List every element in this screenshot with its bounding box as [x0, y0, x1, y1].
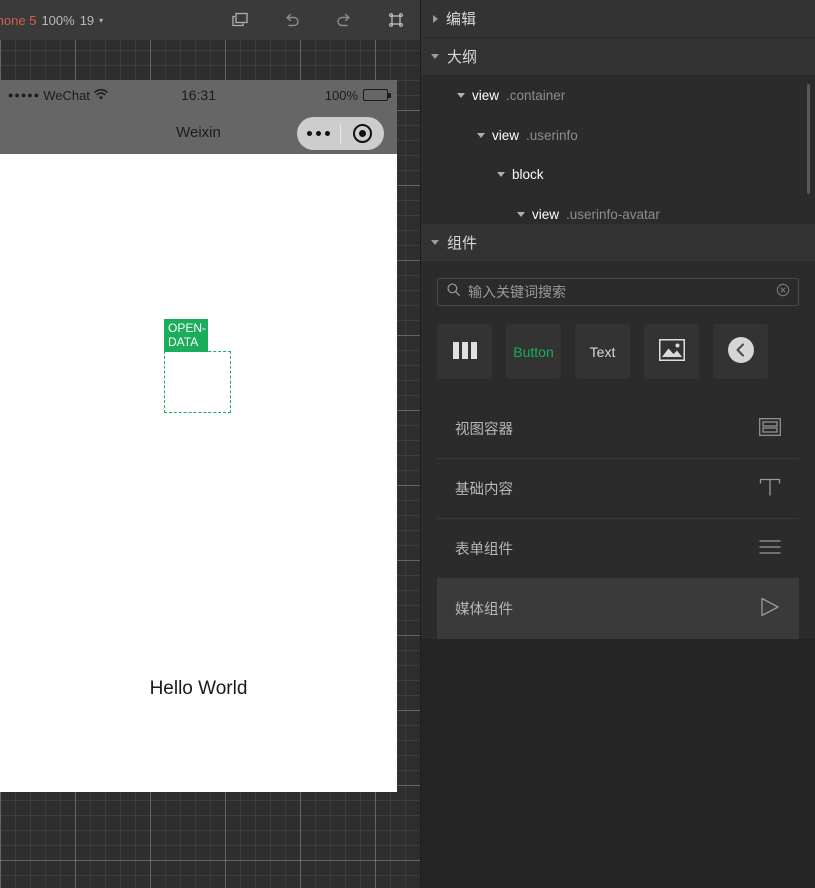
category-label: 视图容器	[455, 422, 513, 438]
tree-node-class: .container	[506, 88, 566, 104]
search-icon	[446, 282, 461, 302]
chevron-down-icon[interactable]	[431, 54, 439, 59]
tree-node-userinfo[interactable]: view .userinfo	[421, 116, 815, 156]
component-tile-label: Text	[589, 343, 616, 360]
category-row-view-container[interactable]: 视图容器	[437, 399, 799, 459]
device-selector[interactable]: Phone 5 100% 19 ▾	[0, 13, 103, 28]
component-tile-button[interactable]: Button	[506, 324, 561, 379]
section-title-edit: 编辑	[446, 11, 477, 28]
back-circle-icon	[726, 335, 756, 368]
search-input[interactable]	[468, 284, 769, 300]
category-row-basic-content[interactable]: 基础内容	[437, 459, 799, 519]
category-label: 表单组件	[455, 542, 513, 558]
wechat-capsule[interactable]	[297, 117, 384, 150]
phone-simulator: ●●●●● WeChat 16:31 100% Weixin OPEN-DATA…	[0, 80, 397, 792]
component-tile-navigator[interactable]	[713, 324, 768, 379]
chevron-down-icon[interactable]: ▾	[99, 16, 103, 25]
zoom-level: 100%	[41, 12, 75, 28]
search-row	[421, 262, 815, 306]
undo-icon[interactable]	[282, 10, 302, 30]
chevron-down-icon[interactable]	[431, 240, 439, 245]
chevron-right-icon[interactable]	[433, 14, 438, 23]
section-header-components[interactable]: 组件	[421, 224, 815, 262]
category-row-form-components[interactable]: 表单组件	[437, 519, 799, 579]
component-tiles: Button Text	[421, 306, 815, 399]
component-tile-text[interactable]: Text	[575, 324, 630, 379]
duplicate-window-icon[interactable]	[230, 10, 250, 30]
simulator-toolbar: Phone 5 100% 19 ▾	[0, 0, 420, 40]
section-title-components: 组件	[447, 235, 478, 252]
tree-node-class: .userinfo	[526, 127, 578, 143]
columns-icon	[452, 341, 477, 362]
phone-content: OPEN-DATA Hello World	[0, 154, 397, 792]
toolbar-icon-group	[230, 0, 406, 40]
image-icon	[658, 338, 685, 364]
clear-circle-icon[interactable]	[776, 283, 790, 302]
chevron-down-icon[interactable]	[477, 132, 485, 138]
device-number: 19	[79, 12, 95, 28]
chevron-down-icon[interactable]	[497, 172, 505, 178]
chevron-down-icon[interactable]	[517, 211, 525, 217]
search-box[interactable]	[437, 278, 799, 306]
nav-title: Weixin	[176, 123, 221, 141]
phone-status-bar: ●●●●● WeChat 16:31 100%	[0, 80, 397, 110]
component-tile-image[interactable]	[644, 324, 699, 379]
right-panel: 编辑 大纲 view .container view .userinfo blo…	[420, 0, 815, 888]
category-label: 基础内容	[455, 482, 513, 498]
hello-world-text: Hello World	[149, 678, 248, 699]
frame-select-icon[interactable]	[386, 10, 406, 30]
outline-scrollbar[interactable]	[807, 84, 810, 194]
text-t-icon	[759, 477, 781, 501]
tree-node-tag: view	[492, 127, 520, 143]
target-circle-icon[interactable]	[341, 124, 384, 143]
tree-node-block[interactable]: block	[421, 155, 815, 195]
battery-percent: 100%	[324, 87, 358, 103]
phone-nav-bar: Weixin	[0, 110, 397, 154]
battery-full-icon	[363, 89, 391, 101]
component-tile-view[interactable]	[437, 324, 492, 379]
tree-node-container[interactable]: view .container	[421, 76, 815, 116]
status-right: 100%	[324, 87, 391, 103]
tree-node-tag: block	[512, 167, 544, 183]
container-icon	[759, 417, 781, 440]
section-title-outline: 大纲	[447, 49, 478, 66]
app-root: Phone 5 100% 19 ▾	[0, 0, 815, 888]
tree-node-tag: view	[532, 206, 560, 222]
category-row-media-components[interactable]: 媒体组件	[437, 579, 799, 639]
opendata-label: OPEN-DATA	[164, 319, 208, 352]
simulator-area: Phone 5 100% 19 ▾	[0, 0, 420, 888]
play-triangle-icon	[759, 597, 781, 621]
tree-node-tag: view	[472, 88, 500, 104]
section-header-outline[interactable]: 大纲	[421, 38, 815, 76]
device-name: Phone 5	[0, 12, 37, 28]
lines-icon	[759, 539, 781, 559]
component-tile-label: Button	[513, 343, 554, 360]
tree-node-userinfo-avatar[interactable]: view .userinfo-avatar	[421, 195, 815, 225]
category-label: 媒体组件	[455, 602, 513, 618]
redo-icon[interactable]	[334, 10, 354, 30]
outline-tree[interactable]: view .container view .userinfo block vie…	[421, 76, 815, 224]
opendata-placeholder-box[interactable]	[164, 351, 231, 413]
components-body: Button Text	[421, 262, 815, 639]
tree-node-class: .userinfo-avatar	[566, 206, 660, 222]
more-dots-icon[interactable]	[297, 131, 340, 136]
chevron-down-icon[interactable]	[457, 93, 465, 99]
section-header-edit[interactable]: 编辑	[421, 0, 815, 38]
opendata-element[interactable]: OPEN-DATA	[164, 319, 231, 413]
